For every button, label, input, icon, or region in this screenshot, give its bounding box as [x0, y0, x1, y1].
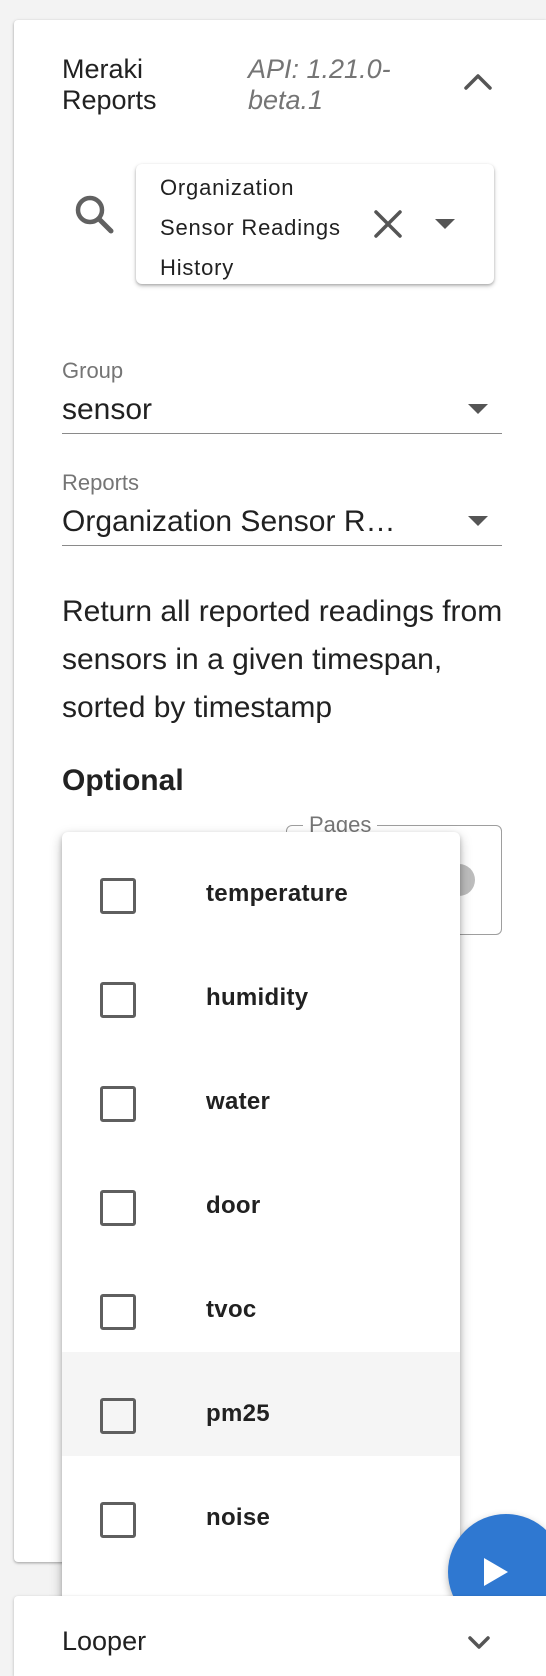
caret-down-icon [435, 219, 455, 229]
metrics-dropdown-menu: temperature humidity water door tvoc pm2… [62, 832, 460, 1630]
collapse-button[interactable] [456, 64, 500, 100]
menu-item-label: noise [206, 1504, 271, 1531]
checkbox[interactable] [100, 982, 136, 1018]
checkbox[interactable] [100, 1294, 136, 1330]
caret-down-icon [468, 404, 488, 414]
looper-title: Looper [62, 1626, 147, 1656]
checkbox[interactable] [100, 1190, 136, 1226]
checkbox[interactable] [100, 1502, 136, 1538]
chevron-down-icon[interactable] [466, 1634, 492, 1652]
optional-heading: Optional [62, 764, 184, 797]
open-dropdown-button[interactable] [432, 216, 458, 232]
menu-item-label: tvoc [206, 1296, 257, 1323]
menu-item-label: pm25 [206, 1400, 270, 1427]
checkbox[interactable] [100, 1086, 136, 1122]
menu-item-water[interactable]: water [62, 1040, 460, 1144]
reports-select[interactable]: Reports Organization Sensor R… [62, 470, 502, 546]
menu-item-noise[interactable]: noise [62, 1456, 460, 1560]
report-search-select[interactable]: Organization Sensor Readings History [136, 164, 494, 284]
menu-item-label: water [206, 1088, 271, 1115]
menu-item-label: temperature [206, 880, 349, 907]
caret-down-icon [468, 516, 488, 526]
panel-title: Meraki Reports [62, 54, 157, 115]
report-description: Return all reported readings from sensor… [62, 595, 503, 724]
group-value[interactable]: sensor [62, 384, 502, 434]
reports-value[interactable]: Organization Sensor R… [62, 496, 502, 546]
reports-label: Reports [62, 470, 140, 495]
group-select[interactable]: Group sensor [62, 358, 502, 434]
menu-item-door[interactable]: door [62, 1144, 460, 1248]
menu-item-humidity[interactable]: humidity [62, 936, 460, 1040]
group-label: Group [62, 358, 124, 383]
checkbox[interactable] [100, 1398, 136, 1434]
menu-item-label: door [206, 1192, 261, 1219]
selected-report-value: Organization Sensor Readings History [160, 175, 341, 280]
api-version: API: 1.21.0-beta.1 [248, 54, 391, 115]
menu-item-pm25[interactable]: pm25 [62, 1352, 460, 1456]
menu-item-tvoc[interactable]: tvoc [62, 1248, 460, 1352]
checkbox[interactable] [100, 878, 136, 914]
clear-selection-button[interactable] [368, 204, 408, 244]
menu-item-temperature[interactable]: temperature [62, 832, 460, 936]
menu-item-label: humidity [206, 984, 309, 1011]
chevron-up-icon [464, 74, 492, 90]
search-icon [70, 190, 118, 238]
play-icon [484, 1558, 508, 1586]
close-icon [374, 210, 402, 238]
